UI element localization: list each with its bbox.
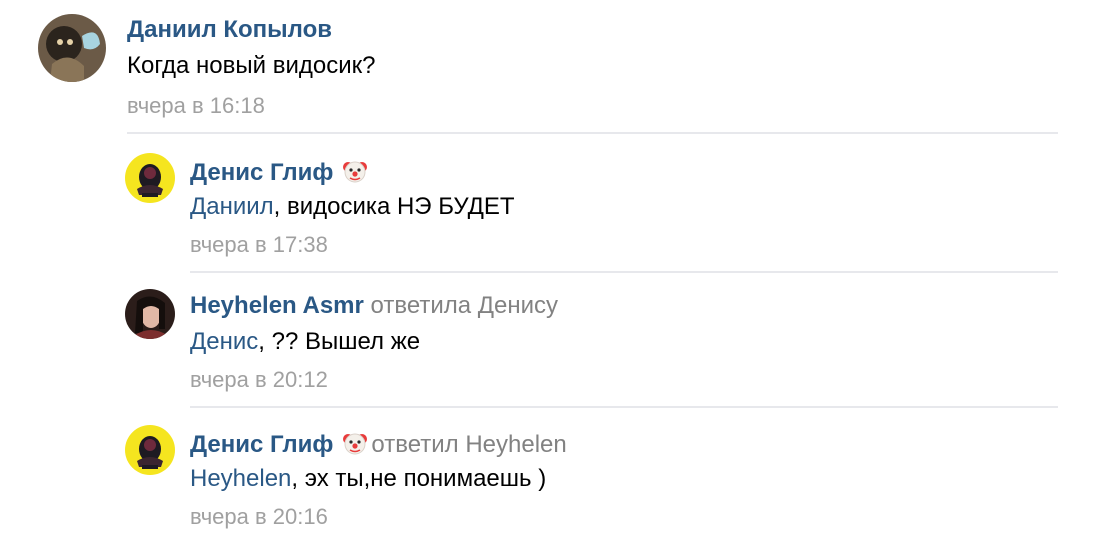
reply-to-link[interactable]: ответил Heyhelen xyxy=(371,431,566,458)
comment-text: Когда новый видосик? xyxy=(127,52,375,80)
comment-header: Денис Глиф ответил Heyhelen xyxy=(190,429,567,459)
comment: Даниил Копылов Когда новый видосик? вчер… xyxy=(0,0,1095,135)
avatar[interactable] xyxy=(125,425,175,475)
comment-date[interactable]: вчера в 20:16 xyxy=(190,504,328,530)
author-name[interactable]: Даниил Копылов xyxy=(127,16,332,43)
avatar[interactable] xyxy=(125,289,175,339)
comment-text: Heyhelen, эх ты,не понимаешь ) xyxy=(190,465,546,493)
author-name[interactable]: Денис Глиф xyxy=(190,431,333,458)
reply-comment: Денис Глиф ответил Heyhelen Heyhelen, эх… xyxy=(0,408,1095,549)
comment-body: Когда новый видосик? xyxy=(127,52,376,79)
comment-date[interactable]: вчера в 16:18 xyxy=(127,93,265,119)
comment-header: Денис Глиф xyxy=(190,157,371,187)
reply-comment: Heyhelen Asmr ответила Денису Денис, ?? … xyxy=(0,272,1095,408)
mention-link[interactable]: Даниил xyxy=(190,193,274,220)
reply-comment: Денис Глиф Даниил, видосика НЭ БУДЕТ вче… xyxy=(0,135,1095,273)
comment-header: Heyhelen Asmr ответила Денису xyxy=(190,292,558,320)
comment-text: Денис, ?? Вышел же xyxy=(190,328,420,356)
comment-header: Даниил Копылов xyxy=(127,16,332,44)
comment-date[interactable]: вчера в 17:38 xyxy=(190,232,328,258)
mention-link[interactable]: Heyhelen xyxy=(190,465,291,492)
divider xyxy=(127,132,1058,134)
comment-body: , видосика НЭ БУДЕТ xyxy=(273,193,515,220)
comment-body: , эх ты,не понимаешь ) xyxy=(291,465,547,492)
avatar[interactable] xyxy=(125,153,175,203)
comment-text: Даниил, видосика НЭ БУДЕТ xyxy=(190,193,515,221)
mention-link[interactable]: Денис xyxy=(190,328,258,355)
clown-face-emoji-icon xyxy=(341,157,369,185)
reply-to-link[interactable]: ответила Денису xyxy=(371,292,559,319)
comment-date[interactable]: вчера в 20:12 xyxy=(190,367,328,393)
author-name[interactable]: Heyhelen Asmr xyxy=(190,292,364,319)
clown-face-emoji-icon xyxy=(341,429,369,457)
author-name[interactable]: Денис Глиф xyxy=(190,159,333,186)
avatar[interactable] xyxy=(38,14,106,82)
comment-body: , ?? Вышел же xyxy=(258,328,421,355)
